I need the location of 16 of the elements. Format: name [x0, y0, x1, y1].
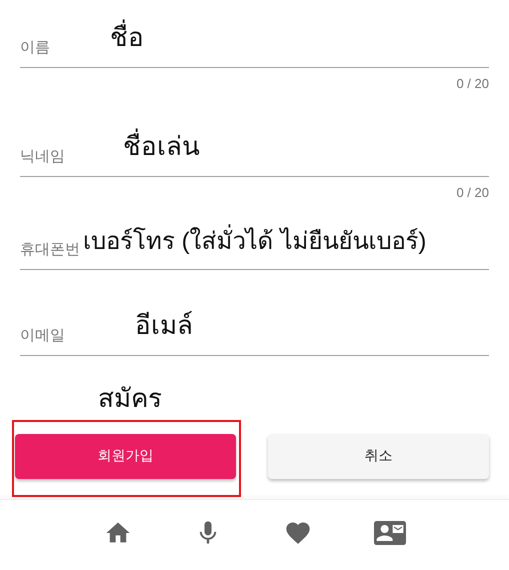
text-field[interactable]: 닉네임 ชื่อเล่น: [20, 91, 489, 177]
field-label: 닉네임: [20, 147, 65, 167]
translation-note: อีเมล์: [135, 309, 193, 342]
field-label: 이메일: [20, 326, 65, 346]
text-field[interactable]: 이름 ชื่อ: [20, 0, 489, 68]
signup-button[interactable]: 회원가입: [15, 434, 236, 479]
translation-note: ชื่อเล่น: [123, 124, 200, 168]
text-field[interactable]: 이메일 อีเมล์: [20, 270, 489, 356]
translation-note: ชื่อ: [110, 15, 144, 59]
translation-note: เบอร์โทร (ใส่มั่วได้ ไม่ยืนยันเบอร์): [83, 220, 426, 261]
character-counter: 0 / 20: [456, 185, 489, 200]
field-label: 휴대폰번: [20, 240, 80, 260]
cancel-button[interactable]: 취소: [268, 434, 489, 479]
character-counter: 0 / 20: [456, 76, 489, 91]
translation-note: สมัคร: [98, 382, 162, 415]
field-label: 이름: [20, 38, 50, 58]
